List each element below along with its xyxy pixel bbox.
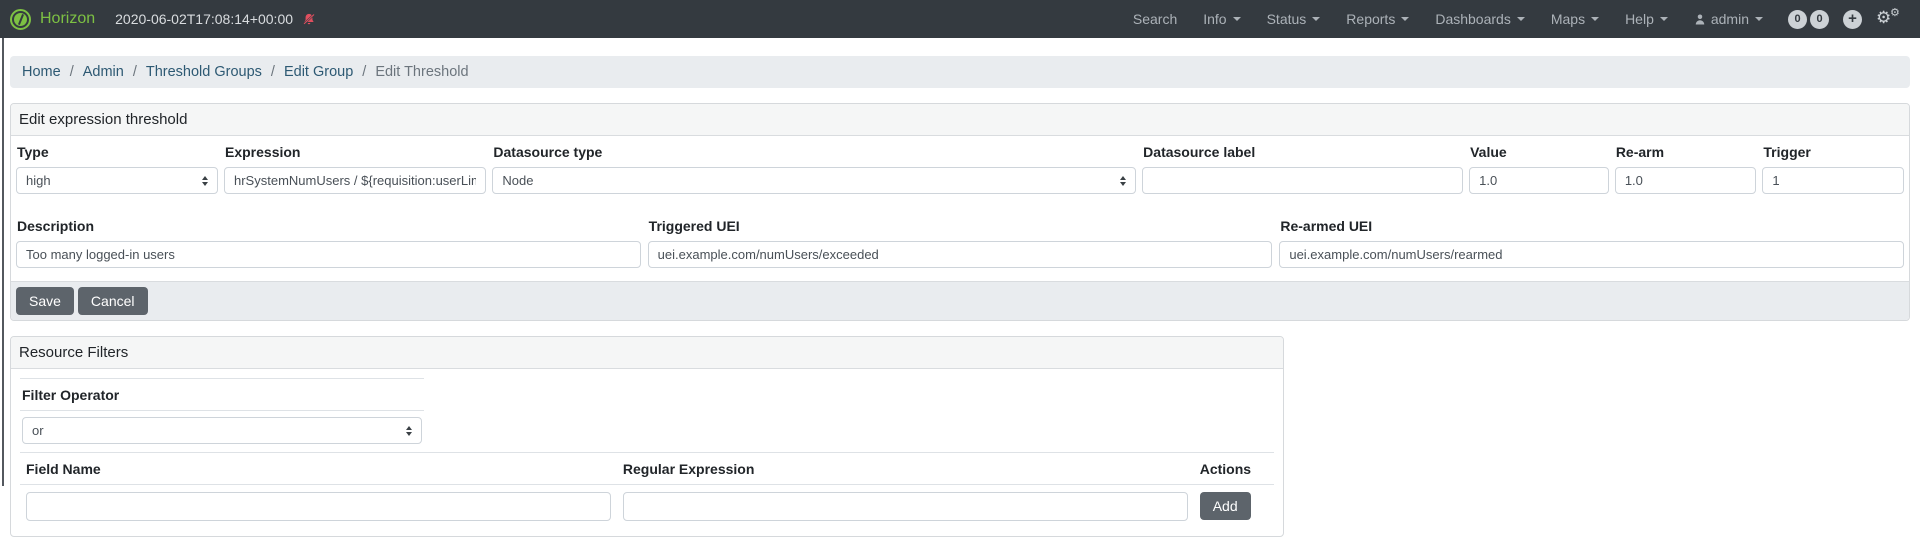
value-input[interactable] <box>1469 167 1609 194</box>
nav-dashboards-dropdown[interactable]: Dashboards <box>1422 11 1538 27</box>
user-notification-count-badge[interactable]: 0 <box>1810 10 1829 29</box>
breadcrumb-home[interactable]: Home <box>22 64 61 80</box>
notices-off-icon[interactable] <box>301 12 317 27</box>
breadcrumb-admin[interactable]: Admin <box>83 64 124 80</box>
opennms-logo-icon <box>10 9 31 30</box>
datasource-label-label: Datasource label <box>1143 144 1463 160</box>
breadcrumb-separator: / <box>133 64 137 80</box>
field-name-input[interactable] <box>26 492 611 521</box>
triggered-uei-label: Triggered UEI <box>649 218 1273 234</box>
breadcrumb-separator: / <box>271 64 275 80</box>
form-row-2: Description Triggered UEI Re-armed UEI <box>16 218 1904 268</box>
breadcrumb-threshold-groups[interactable]: Threshold Groups <box>146 64 262 80</box>
chevron-down-icon <box>1312 17 1320 21</box>
window-edge <box>2 38 4 486</box>
admin-gears-icon[interactable]: ⚙⚙ <box>1876 7 1904 31</box>
nav-search[interactable]: Search <box>1120 11 1190 27</box>
value-label: Value <box>1470 144 1609 160</box>
edit-threshold-card: Edit expression threshold Type high Expr… <box>10 103 1910 321</box>
field-name-header: Field Name <box>20 453 617 484</box>
filters-table-header: Field Name Regular Expression Actions <box>20 453 1274 485</box>
brand-home-link[interactable]: Horizon <box>10 9 95 30</box>
breadcrumb-separator: / <box>362 64 366 80</box>
filters-table: Field Name Regular Expression Actions Ad… <box>20 452 1274 523</box>
description-label: Description <box>17 218 641 234</box>
nav-status-dropdown[interactable]: Status <box>1254 11 1334 27</box>
chevron-down-icon <box>1233 17 1241 21</box>
filter-operator-table: Filter Operator or <box>20 378 424 450</box>
breadcrumb-current: Edit Threshold <box>375 64 468 80</box>
trigger-input[interactable] <box>1762 167 1904 194</box>
nav-help-dropdown[interactable]: Help <box>1612 11 1681 27</box>
filter-operator-select[interactable]: or <box>22 417 422 444</box>
resource-filters-card: Resource Filters Filter Operator or Fiel… <box>10 336 1284 537</box>
page-content: Home / Admin / Threshold Groups / Edit G… <box>10 56 1910 537</box>
brand-name[interactable]: Horizon <box>40 10 95 28</box>
breadcrumb-separator: / <box>70 64 74 80</box>
expression-label: Expression <box>225 144 486 160</box>
chevron-down-icon <box>1660 17 1668 21</box>
user-icon <box>1694 13 1706 26</box>
datasource-type-label: Datasource type <box>493 144 1136 160</box>
trigger-label: Trigger <box>1763 144 1904 160</box>
chevron-down-icon <box>1517 17 1525 21</box>
breadcrumb-edit-group[interactable]: Edit Group <box>284 64 353 80</box>
navbar-menu: Search Info Status Reports Dashboards Ma… <box>1120 7 1904 31</box>
nav-info-dropdown[interactable]: Info <box>1190 11 1253 27</box>
quick-add-node-icon[interactable]: + <box>1843 10 1862 29</box>
rearmed-uei-label: Re-armed UEI <box>1280 218 1904 234</box>
expression-input[interactable] <box>224 167 486 194</box>
regular-expression-header: Regular Expression <box>617 453 1194 484</box>
actions-header: Actions <box>1194 453 1274 484</box>
card-footer: Save Cancel <box>11 281 1909 320</box>
type-select[interactable]: high <box>16 167 218 194</box>
type-label: Type <box>17 144 218 160</box>
notification-count-badge[interactable]: 0 <box>1788 10 1807 29</box>
resource-filters-body: Filter Operator or Field Name Regular Ex… <box>11 369 1283 536</box>
nav-reports-dropdown[interactable]: Reports <box>1333 11 1422 27</box>
cancel-button[interactable]: Cancel <box>78 287 148 315</box>
triggered-uei-input[interactable] <box>648 241 1273 268</box>
server-timestamp: 2020-06-02T17:08:14+00:00 <box>115 11 293 27</box>
filter-input-row: Add <box>20 485 1274 523</box>
chevron-down-icon <box>1401 17 1409 21</box>
form-row-1: Type high Expression Datasource type <box>16 144 1904 194</box>
datasource-type-select[interactable]: Node <box>492 167 1136 194</box>
resource-filters-title: Resource Filters <box>11 337 1283 369</box>
breadcrumb: Home / Admin / Threshold Groups / Edit G… <box>10 56 1910 88</box>
description-input[interactable] <box>16 241 641 268</box>
rearm-label: Re-arm <box>1616 144 1757 160</box>
save-button[interactable]: Save <box>16 287 74 315</box>
chevron-down-icon <box>1591 17 1599 21</box>
add-filter-button[interactable]: Add <box>1200 492 1251 520</box>
chevron-down-icon <box>1755 17 1763 21</box>
nav-user-dropdown[interactable]: admin <box>1681 11 1776 27</box>
datasource-label-input[interactable] <box>1142 167 1463 194</box>
rearm-input[interactable] <box>1615 167 1757 194</box>
filter-operator-label: Filter Operator <box>20 379 424 411</box>
threshold-form: Type high Expression Datasource type <box>11 136 1909 281</box>
regular-expression-input[interactable] <box>623 492 1188 521</box>
card-title: Edit expression threshold <box>11 104 1909 136</box>
top-navbar: Horizon 2020-06-02T17:08:14+00:00 Search… <box>0 0 1920 38</box>
nav-maps-dropdown[interactable]: Maps <box>1538 11 1612 27</box>
notification-badges: 0 0 <box>1788 10 1829 29</box>
rearmed-uei-input[interactable] <box>1279 241 1904 268</box>
